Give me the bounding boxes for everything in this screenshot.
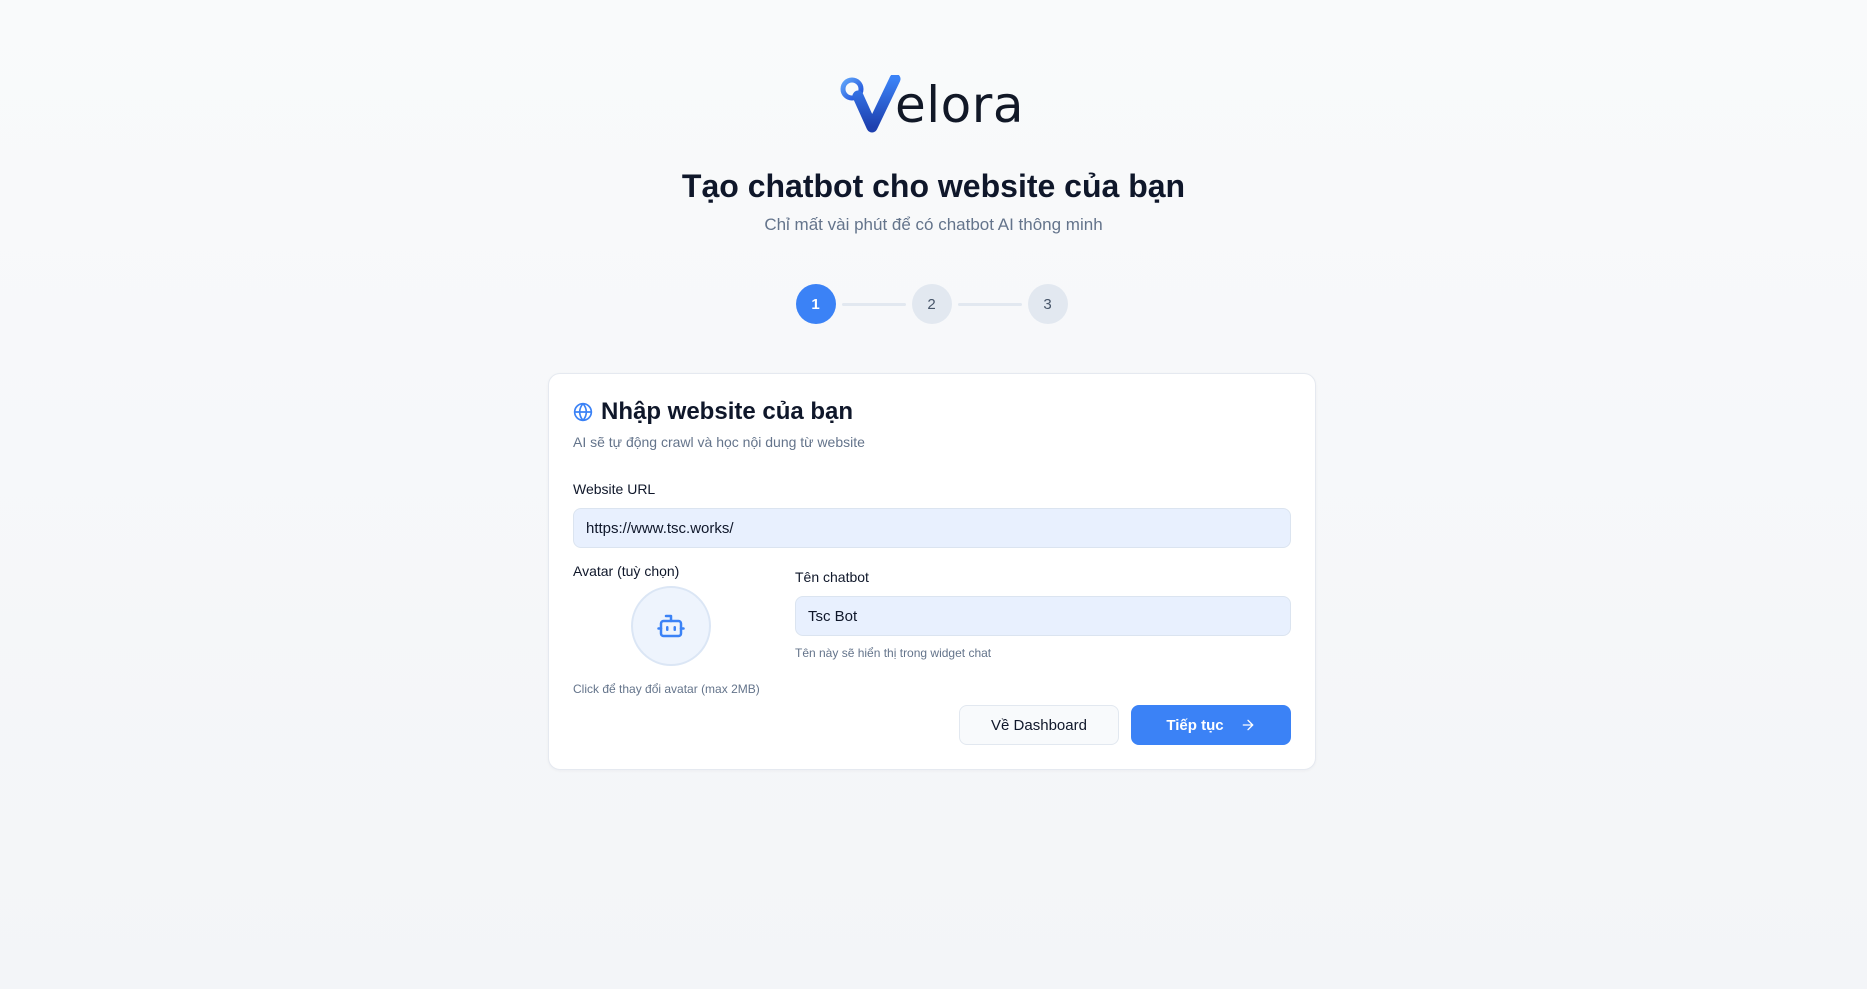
stepper: 1 2 3 [0, 284, 1865, 324]
avatar-section: Avatar (tuỳ chọn) Click để thay đổi avat… [573, 563, 795, 696]
bot-icon [657, 614, 685, 638]
page-title: Tạo chatbot cho website của bạn [681, 168, 1186, 204]
back-to-dashboard-label: Về Dashboard [991, 716, 1087, 734]
logo: elora [0, 74, 1867, 134]
logo-text: elora [895, 76, 1024, 134]
avatar-help-text: Click để thay đổi avatar (max 2MB) [573, 682, 760, 696]
continue-button[interactable]: Tiếp tục [1131, 705, 1291, 745]
avatar-label: Avatar (tuỳ chọn) [573, 563, 680, 579]
website-url-input[interactable] [573, 508, 1291, 548]
website-url-label: Website URL [573, 481, 656, 497]
step-1: 1 [795, 284, 836, 324]
velora-logo-icon [840, 75, 901, 133]
step-connector [957, 302, 1022, 306]
avatar-upload-button[interactable] [631, 586, 711, 666]
arrow-right-icon [1242, 719, 1253, 731]
globe-icon [573, 402, 593, 422]
avatar-name-row: Avatar (tuỳ chọn) Click để thay đổi avat… [573, 563, 1291, 696]
chatbot-name-label: Tên chatbot [795, 569, 869, 585]
back-to-dashboard-button[interactable]: Về Dashboard [959, 705, 1119, 745]
step-connector [841, 302, 906, 306]
chatbot-name-help-text: Tên này sẽ hiển thị trong widget chat [795, 646, 992, 660]
website-setup-card: Nhập website của bạn AI sẽ tự động crawl… [548, 373, 1316, 770]
chatbot-name-section: Tên chatbot Tên này sẽ hiển thị trong wi… [795, 563, 1291, 696]
step-2: 2 [911, 284, 952, 324]
card-actions: Về Dashboard Tiếp tục [959, 705, 1291, 745]
step-3: 3 [1027, 284, 1068, 324]
page-subtitle: Chỉ mất vài phút để có chatbot AI thông … [764, 215, 1103, 234]
chatbot-name-input[interactable] [795, 596, 1291, 636]
card-title: Nhập website của bạn [601, 398, 854, 425]
continue-label: Tiếp tục [1166, 716, 1224, 734]
card-subtitle: AI sẽ tự động crawl và học nội dung từ w… [573, 434, 865, 450]
card-header: Nhập website của bạn [573, 396, 1291, 428]
